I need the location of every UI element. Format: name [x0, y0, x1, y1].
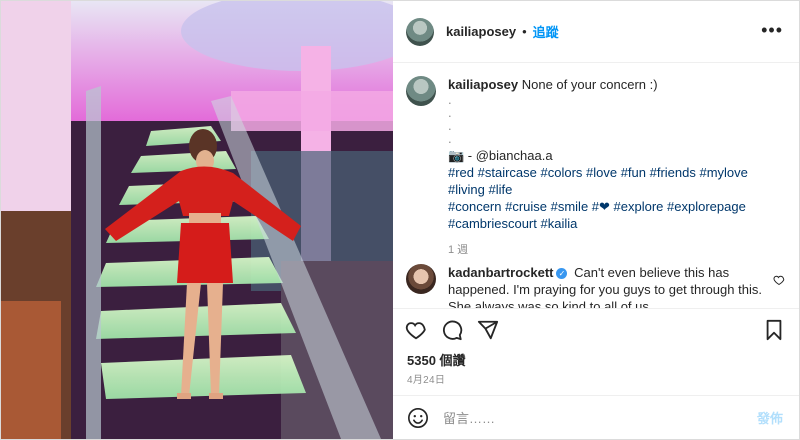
- hashtags-line-2-start[interactable]: #concern #cruise #smile #: [448, 199, 599, 214]
- share-icon[interactable]: [477, 319, 499, 341]
- caption-dot: .: [448, 131, 452, 146]
- caption-dot: .: [448, 92, 452, 107]
- comment-item: kadanbartrockett ✓ Can't even believe thi…: [406, 264, 788, 308]
- photo-credit[interactable]: 📷 - @bianchaa.a: [448, 147, 788, 164]
- likes-count[interactable]: 5350 個讚: [407, 350, 466, 369]
- caption-body: kailiaposey None of your concern :) . . …: [448, 76, 788, 259]
- comment-icon[interactable]: [441, 319, 463, 341]
- commenter-username[interactable]: kadanbartrockett: [448, 265, 553, 280]
- comment-body: kadanbartrockett ✓ Can't even believe thi…: [448, 264, 788, 308]
- follow-button[interactable]: 追蹤: [533, 22, 559, 41]
- red-heart-emoji: ❤: [599, 199, 610, 214]
- caption-dot: .: [448, 118, 452, 133]
- post-caption: kailiaposey None of your concern :) . . …: [406, 76, 788, 259]
- action-bar: [393, 308, 799, 346]
- verified-badge-icon: ✓: [556, 268, 568, 279]
- emoji-icon[interactable]: [407, 407, 429, 429]
- hashtags-line-2[interactable]: #concern #cruise #smile #❤ #explore #exp…: [448, 198, 788, 215]
- hashtags-line-2-end[interactable]: #explore #explorepage: [610, 199, 746, 214]
- separator-dot: •: [522, 24, 527, 39]
- photo-illustration: [1, 1, 393, 439]
- post-photo[interactable]: [1, 1, 393, 439]
- post-header: kailiaposey • 追蹤 •••: [393, 1, 799, 63]
- hashtags-line-3[interactable]: #cambriescourt #kailia: [448, 215, 788, 232]
- commenter-avatar[interactable]: [406, 264, 436, 294]
- comments-section: kailiaposey None of your concern :) . . …: [393, 64, 799, 308]
- caption-dots: . . . .: [448, 93, 788, 145]
- caption-dot: .: [448, 105, 452, 120]
- hashtags-line-1[interactable]: #red #staircase #colors #love #fun #frie…: [448, 164, 788, 198]
- author-username[interactable]: kailiaposey: [446, 24, 516, 39]
- post-comment-button[interactable]: 發佈: [757, 408, 783, 427]
- comment-input[interactable]: 留言……: [443, 408, 799, 427]
- author-avatar[interactable]: [406, 17, 434, 46]
- caption-author-avatar[interactable]: [406, 76, 436, 106]
- comment-heart-icon[interactable]: [773, 274, 785, 286]
- caption-author-username[interactable]: kailiaposey: [448, 77, 518, 92]
- caption-text: None of your concern :): [521, 77, 658, 92]
- instagram-post: kailiaposey • 追蹤 ••• kailiaposey None of…: [0, 0, 800, 440]
- caption-time: 1 週: [448, 244, 469, 256]
- add-comment-bar: 留言…… 發佈: [393, 395, 799, 439]
- bookmark-icon[interactable]: [763, 319, 785, 341]
- post-side-panel: kailiaposey • 追蹤 ••• kailiaposey None of…: [393, 1, 799, 439]
- post-date: 4月24日: [407, 375, 446, 386]
- more-icon[interactable]: •••: [761, 21, 783, 39]
- heart-icon[interactable]: [405, 319, 427, 341]
